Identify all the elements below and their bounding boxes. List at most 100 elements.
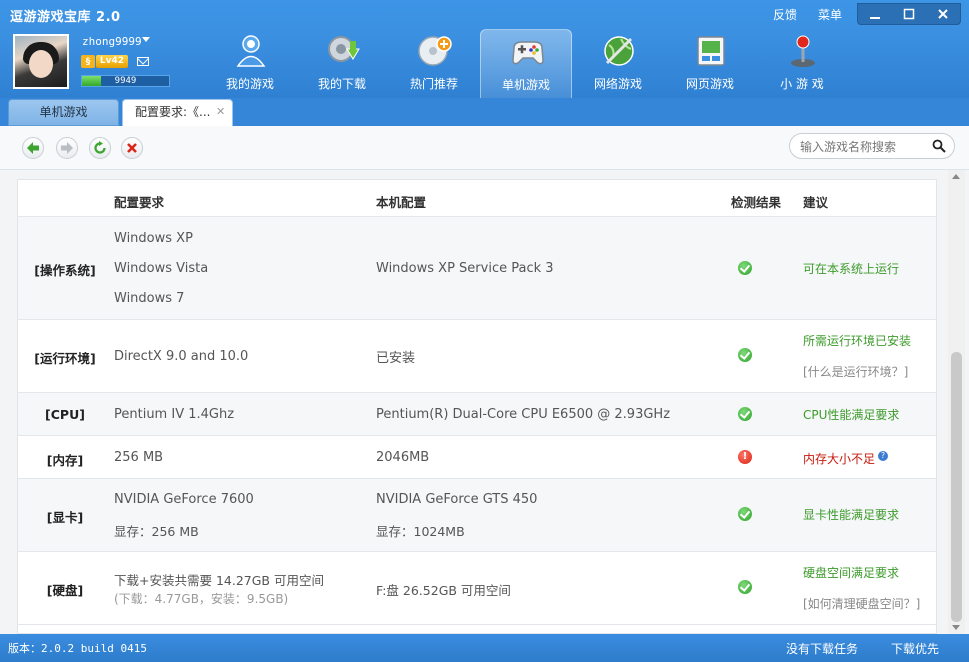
advice-text: 内存大小不足? [803, 450, 889, 467]
help-link[interactable]: [如何清理硬盘空间？] [803, 595, 920, 612]
tab-config-requirements[interactable]: 配置要求:《... ✕ [122, 99, 233, 126]
stop-button[interactable] [121, 137, 143, 159]
advice-text: 显卡性能满足要求 [803, 508, 900, 522]
local-value: 已安装 [376, 351, 416, 366]
status-bar: 版本：2.0.2 build 0415 没有下载任务 下载优先 [0, 634, 969, 662]
version-text: 版本：2.0.2 build 0415 [8, 642, 147, 655]
req-value: Windows 7 [114, 291, 185, 306]
advice-text: 所需运行环境已安装 [803, 334, 912, 348]
tab-single-player[interactable]: 单机游戏 [8, 99, 119, 126]
back-button[interactable] [22, 137, 44, 159]
scroll-down-icon[interactable] [952, 625, 960, 630]
req-value: DirectX 9.0 and 10.0 [114, 349, 249, 364]
row-label: [内存] [46, 453, 84, 468]
row-label: [硬盘] [46, 583, 84, 598]
req-value: Windows Vista [114, 261, 209, 276]
menu-link[interactable]: 菜单 [818, 6, 842, 23]
nav-single-player[interactable]: 单机游戏 [480, 29, 572, 98]
scroll-thumb[interactable] [951, 352, 962, 622]
table-row-env: [运行环境] DirectX 9.0 and 10.0 已安装 所需运行环境已安… [18, 320, 936, 393]
local-value: NVIDIA GeForce GTS 450 [376, 492, 538, 507]
nav-web-games[interactable]: 网页游戏 [664, 29, 756, 98]
refresh-icon [94, 141, 106, 154]
table-row-gpu: [显卡] NVIDIA GeForce 7600 显存：256 MB NVIDI… [18, 479, 936, 552]
req-value: 下载+安装共需要 14.27GB 可用空间 [114, 573, 324, 588]
hot-recommend-icon [418, 36, 452, 66]
username[interactable]: zhong9999 [82, 35, 142, 48]
req-vram: 显存：256 MB [114, 524, 199, 539]
row-label: [操作系统] [34, 263, 96, 278]
local-value: 2046MB [376, 450, 430, 465]
download-icon [328, 36, 360, 62]
nav-my-downloads[interactable]: 我的下载 [296, 29, 388, 98]
download-task-status[interactable]: 没有下载任务 [786, 640, 858, 657]
search-icon[interactable] [932, 139, 946, 153]
level-badge: Lv42 [96, 55, 128, 68]
close-button[interactable] [926, 4, 960, 24]
nav-my-games[interactable]: 我的游戏 [204, 29, 296, 98]
search-input[interactable] [800, 138, 930, 155]
gamepad-icon [512, 41, 544, 65]
arrow-right-icon [61, 142, 73, 154]
table-row-memory: [内存] 256 MB 2046MB ! 内存大小不足? [18, 436, 936, 479]
header-requirement: 配置要求 [114, 195, 165, 210]
nav-hot-recommend[interactable]: 热门推荐 [388, 29, 480, 98]
table-row-disk: [硬盘] 下载+安装共需要 14.27GB 可用空间 (下载：4.77GB，安装… [18, 552, 936, 625]
help-link[interactable]: [什么是运行环境？] [803, 363, 908, 380]
row-label: [显卡] [46, 510, 84, 525]
local-vram: 显存：1024MB [376, 524, 465, 539]
minimize-icon [870, 17, 880, 19]
maximize-icon [903, 8, 915, 20]
vip-icon: § [81, 55, 95, 68]
feedback-link[interactable]: 反馈 [773, 6, 797, 23]
scroll-up-icon[interactable] [952, 174, 960, 179]
mail-icon[interactable] [137, 57, 149, 66]
check-ok-icon [738, 407, 752, 421]
content-area: 配置要求 本机配置 检测结果 建议 [操作系统] Windows XP Wind… [0, 170, 969, 634]
table-row-cpu: [CPU] Pentium IV 1.4Ghz Pentium(R) Dual-… [18, 393, 936, 436]
header-result: 检测结果 [731, 195, 782, 210]
xp-value: 9949 [114, 76, 137, 86]
help-icon[interactable]: ? [878, 451, 889, 461]
check-ok-icon [738, 507, 752, 521]
local-value: F:盘 26.52GB 可用空间 [376, 583, 511, 598]
title-bar: 逗游游戏宝库 2.0 反馈 菜单 zhong9999 § Lv42 9949 我… [0, 0, 969, 98]
nav-mini-games[interactable]: 小 游 戏 [756, 29, 848, 98]
row-label: [运行环境] [34, 351, 96, 366]
check-ok-icon [738, 261, 752, 275]
joystick-icon [791, 35, 815, 67]
row-label: [CPU] [45, 407, 85, 422]
search-box[interactable] [789, 133, 955, 159]
xp-bar: 9949 [81, 75, 170, 87]
close-icon[interactable]: ✕ [216, 106, 226, 117]
table-header: 配置要求 本机配置 检测结果 建议 [18, 180, 936, 217]
scrollbar[interactable] [948, 170, 965, 634]
nav-online-games[interactable]: 网络游戏 [572, 29, 664, 98]
warning-icon: ! [738, 450, 752, 464]
check-ok-icon [738, 580, 752, 594]
advice-text: 硬盘空间满足要求 [803, 566, 900, 580]
maximize-button[interactable] [892, 4, 926, 24]
tab-strip: 单机游戏 配置要求:《... ✕ [0, 98, 969, 126]
advice-text: CPU性能满足要求 [803, 408, 900, 422]
stop-icon [127, 143, 137, 153]
my-games-icon [236, 35, 266, 67]
header-advice: 建议 [803, 195, 829, 210]
app-title: 逗游游戏宝库 2.0 [10, 10, 121, 25]
req-value: Windows XP [114, 231, 193, 246]
avatar[interactable] [13, 34, 69, 89]
minimize-button[interactable] [858, 4, 892, 24]
req-detail: (下载：4.77GB，安装：9.5GB) [114, 592, 289, 606]
advice-text: 可在本系统上运行 [803, 262, 900, 276]
tab-label: 配置要求:《... [135, 105, 211, 119]
main-nav: 我的游戏 我的下载 热门推荐 单机游戏 网络游戏 网页游戏 小 游 戏 [204, 29, 848, 98]
config-table: 配置要求 本机配置 检测结果 建议 [操作系统] Windows XP Wind… [17, 179, 937, 634]
close-icon [938, 9, 948, 19]
forward-button[interactable] [56, 137, 78, 159]
refresh-button[interactable] [89, 137, 111, 159]
local-value: Windows XP Service Pack 3 [376, 261, 554, 276]
download-priority[interactable]: 下载优先 [891, 640, 939, 657]
req-value: 256 MB [114, 450, 164, 465]
local-value: Pentium(R) Dual-Core CPU E6500 @ 2.93GHz [376, 407, 671, 422]
chevron-down-icon[interactable] [142, 37, 150, 42]
